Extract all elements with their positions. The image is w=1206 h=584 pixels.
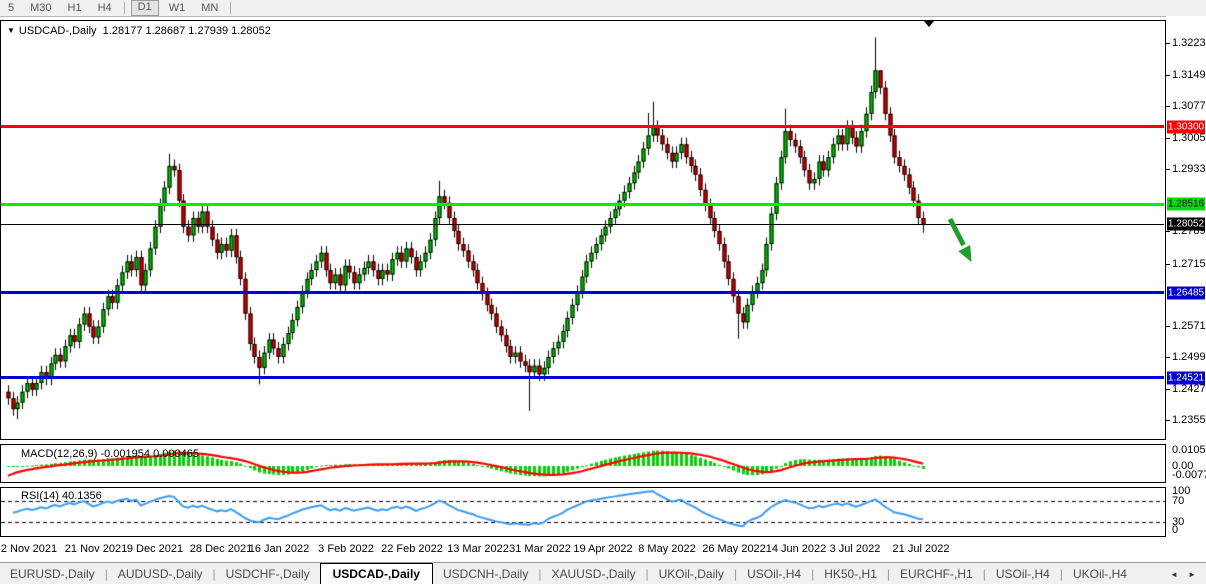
date-axis-label: 21 Nov 2021 bbox=[65, 543, 127, 555]
date-axis-label: 26 May 2022 bbox=[702, 543, 766, 555]
axis-tick bbox=[1166, 75, 1170, 76]
macd-axis-label: 0.01052 bbox=[1172, 444, 1206, 456]
tab-eurusd-daily[interactable]: EURUSD-,Daily bbox=[0, 565, 105, 583]
tab-scroll-arrows[interactable]: ◄ ► bbox=[1170, 570, 1200, 579]
price-axis: 1.322301.314901.307701.300501.293301.278… bbox=[1166, 16, 1206, 562]
date-axis-label: 3 Feb 2022 bbox=[318, 543, 374, 555]
axis-tick bbox=[1166, 420, 1170, 421]
support-line-blue-2[interactable] bbox=[1, 376, 1164, 379]
tab-ukoil-h4[interactable]: UKOil-,H4 bbox=[1063, 565, 1137, 583]
rsi-axis-label: 0 bbox=[1172, 524, 1178, 536]
macd-label: MACD(12,26,9) -0.001954 0.000465 bbox=[21, 448, 199, 460]
chart-title-dropdown-icon: ▼ bbox=[7, 26, 15, 35]
date-axis-label: 14 Jun 2022 bbox=[766, 543, 827, 555]
axis-tick bbox=[1166, 357, 1170, 358]
date-axis-label: 22 Feb 2022 bbox=[381, 543, 443, 555]
price-axis-label: 1.29330 bbox=[1172, 163, 1206, 175]
axis-tick bbox=[1166, 264, 1170, 265]
axis-tick bbox=[1166, 169, 1170, 170]
date-axis-label: 13 Mar 2022 bbox=[447, 543, 509, 555]
price-axis-label: 1.30050 bbox=[1172, 132, 1206, 144]
price-axis-label: 1.25710 bbox=[1172, 320, 1206, 332]
price-axis-label: 1.27150 bbox=[1172, 258, 1206, 270]
date-axis-label: 9 Dec 2021 bbox=[127, 543, 183, 555]
date-axis-label: 31 Mar 2022 bbox=[509, 543, 571, 555]
chart-symbol-label: USDCAD-,Daily bbox=[19, 25, 97, 37]
tab-audusd-daily[interactable]: AUDUSD-,Daily bbox=[108, 565, 213, 583]
date-axis-label: 21 Jul 2022 bbox=[893, 543, 950, 555]
price-axis-label: 1.24270 bbox=[1172, 383, 1206, 395]
axis-tick bbox=[1166, 231, 1170, 232]
date-axis-label: 8 May 2022 bbox=[638, 543, 695, 555]
date-axis-label: 2 Nov 2021 bbox=[1, 543, 57, 555]
chart-title: ▼ USDCAD-,Daily 1.28177 1.28687 1.27939 1… bbox=[7, 25, 271, 37]
autoscroll-marker-icon bbox=[924, 21, 934, 27]
support-line-green[interactable] bbox=[1, 203, 1164, 206]
chart-ohlc-values: 1.28177 1.28687 1.27939 1.28052 bbox=[103, 25, 271, 37]
trading-platform-window: 5M30H1H4D1W1MN ▼USDCAD-,Daily 1.28177 1.… bbox=[0, 0, 1206, 584]
price-badge-1.30300: 1.30300 bbox=[1167, 120, 1205, 133]
rsi-axis-label: 70 bbox=[1172, 495, 1184, 507]
price-axis-label: 1.31490 bbox=[1172, 69, 1206, 81]
date-axis-label: 28 Dec 2021 bbox=[190, 543, 252, 555]
resistance-line-red[interactable] bbox=[1, 125, 1164, 128]
date-axis-label: 3 Jul 2022 bbox=[830, 543, 881, 555]
tab-ukoil-daily[interactable]: UKOil-,Daily bbox=[649, 565, 734, 583]
price-badge-1.26485: 1.26485 bbox=[1167, 286, 1205, 299]
sell-arrow-annotation[interactable] bbox=[946, 212, 986, 268]
axis-tick bbox=[1166, 389, 1170, 390]
axis-tick bbox=[1166, 138, 1170, 139]
price-axis-label: 1.23550 bbox=[1172, 414, 1206, 426]
axis-tick bbox=[1166, 106, 1170, 107]
tab-usdcnh-daily[interactable]: USDCNH-,Daily bbox=[433, 565, 538, 583]
axis-tick bbox=[1166, 326, 1170, 327]
rsi-label: RSI(14) 40.1356 bbox=[21, 490, 102, 502]
tab-usdchf-daily[interactable]: USDCHF-,Daily bbox=[216, 565, 320, 583]
support-line-blue-1[interactable] bbox=[1, 291, 1164, 294]
price-axis-label: 1.24990 bbox=[1172, 351, 1206, 363]
price-badge-1.28052: 1.28052 bbox=[1167, 218, 1205, 231]
tab-xauusd-daily[interactable]: XAUUSD-,Daily bbox=[541, 565, 645, 583]
axis-tick bbox=[1166, 43, 1170, 44]
price-badge-1.28516: 1.28516 bbox=[1167, 198, 1205, 211]
chart-tab-bar: EURUSD-,Daily|AUDUSD-,Daily|USDCHF-,Dail… bbox=[0, 562, 1206, 584]
price-badge-1.24521: 1.24521 bbox=[1167, 371, 1205, 384]
macd-axis-label: -0.00774 bbox=[1172, 469, 1206, 481]
date-axis-label: 19 Apr 2022 bbox=[573, 543, 632, 555]
tab-hk50-h1[interactable]: HK50-,H1 bbox=[814, 565, 887, 583]
tab-eurchf-h1[interactable]: EURCHF-,H1 bbox=[890, 565, 983, 583]
tab-usoil-h4[interactable]: USOil-,H4 bbox=[737, 565, 811, 583]
tab-usdcad-daily[interactable]: USDCAD-,Daily bbox=[320, 563, 433, 584]
current-price-line[interactable] bbox=[1, 224, 1164, 225]
date-axis-label: 16 Jan 2022 bbox=[249, 543, 310, 555]
tab-usoil-h4[interactable]: USOil-,H4 bbox=[986, 565, 1060, 583]
price-axis-label: 1.32230 bbox=[1172, 37, 1206, 49]
price-axis-label: 1.30770 bbox=[1172, 100, 1206, 112]
